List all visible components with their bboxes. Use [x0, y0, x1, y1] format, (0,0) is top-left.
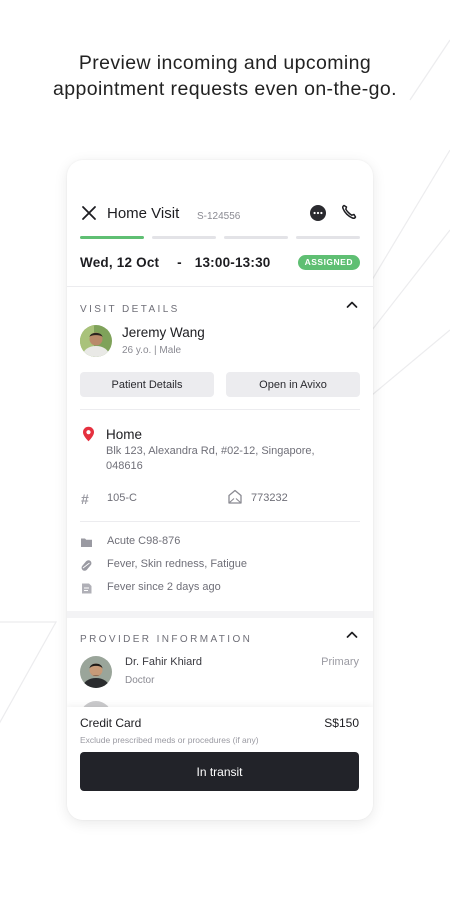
- chat-icon[interactable]: [309, 204, 327, 222]
- chevron-up-icon[interactable]: [346, 300, 358, 309]
- location-pin-icon: [83, 426, 94, 442]
- diagnosis-text: Acute C98-876: [107, 535, 181, 547]
- visit-progress: [80, 236, 360, 239]
- patient-avatar: [80, 325, 112, 357]
- location-title: Home: [106, 427, 143, 442]
- patient-details-button[interactable]: Patient Details: [80, 372, 214, 397]
- symptoms-text: Fever, Skin redness, Fatigue: [107, 558, 248, 570]
- open-in-avixo-button[interactable]: Open in Avixo: [226, 372, 360, 397]
- section-title-provider: PROVIDER INFORMATION: [80, 634, 253, 645]
- progress-step-3: [224, 236, 288, 239]
- payment-footer: Credit Card S$150 Exclude prescribed med…: [67, 707, 373, 820]
- divider: [67, 286, 373, 287]
- progress-step-4: [296, 236, 360, 239]
- postal-code-icon: [228, 489, 242, 504]
- headline-line-1: Preview incoming and upcoming: [78, 52, 372, 74]
- provider-tag: Primary: [321, 656, 359, 668]
- note-text: Fever since 2 days ago: [107, 581, 221, 593]
- status-badge: ASSIGNED: [297, 255, 360, 270]
- unit-number: 105-C: [107, 492, 137, 504]
- payment-amount: S$150: [324, 716, 359, 730]
- provider-name: Dr. Fahir Khiard: [125, 656, 203, 668]
- hash-icon: #: [81, 491, 89, 507]
- payment-note: Exclude prescribed meds or procedures (i…: [80, 735, 259, 745]
- provider-avatar: [80, 656, 112, 688]
- visit-details-header[interactable]: VISIT DETAILS: [80, 299, 360, 315]
- chevron-up-icon[interactable]: [346, 630, 358, 639]
- section-separator: [67, 611, 373, 618]
- app-topbar: Home Visit S-124556: [80, 200, 360, 230]
- patient-meta: 26 y.o. | Male: [122, 345, 182, 356]
- folder-icon: [81, 538, 92, 547]
- page-title: Home Visit: [107, 205, 180, 222]
- headline: Preview incoming and upcoming appointmen…: [20, 50, 430, 102]
- patient-name: Jeremy Wang: [122, 325, 205, 340]
- close-icon[interactable]: [80, 204, 98, 222]
- visit-id: S-124556: [197, 211, 241, 222]
- divider: [80, 521, 360, 522]
- provider-info-header[interactable]: PROVIDER INFORMATION: [80, 629, 360, 645]
- address-text: Blk 123, Alexandra Rd, #02-12, Singapore…: [106, 445, 315, 472]
- divider: [80, 409, 360, 410]
- provider-role: Doctor: [125, 675, 155, 686]
- schedule-row: Wed, 12 Oct - 13:00-13:30 ASSIGNED: [80, 254, 360, 276]
- visit-date: Wed, 12 Oct - 13:00-13:30: [80, 255, 271, 270]
- progress-step-1: [80, 236, 144, 239]
- phone-call-icon[interactable]: [340, 203, 358, 221]
- postal-code: 773232: [251, 492, 288, 504]
- payment-method: Credit Card: [80, 716, 142, 730]
- phone-screen: Home Visit S-124556 Wed, 12 Oct - 13:00-…: [67, 160, 373, 820]
- headline-line-2: appointment requests even on-the-go.: [53, 78, 397, 100]
- in-transit-button[interactable]: In transit: [80, 752, 359, 791]
- note-icon: [82, 583, 92, 594]
- pill-icon: [81, 560, 92, 571]
- patient-actions: Patient Details Open in Avixo: [80, 372, 360, 397]
- section-title-visit-details: VISIT DETAILS: [80, 304, 180, 315]
- progress-step-2: [152, 236, 216, 239]
